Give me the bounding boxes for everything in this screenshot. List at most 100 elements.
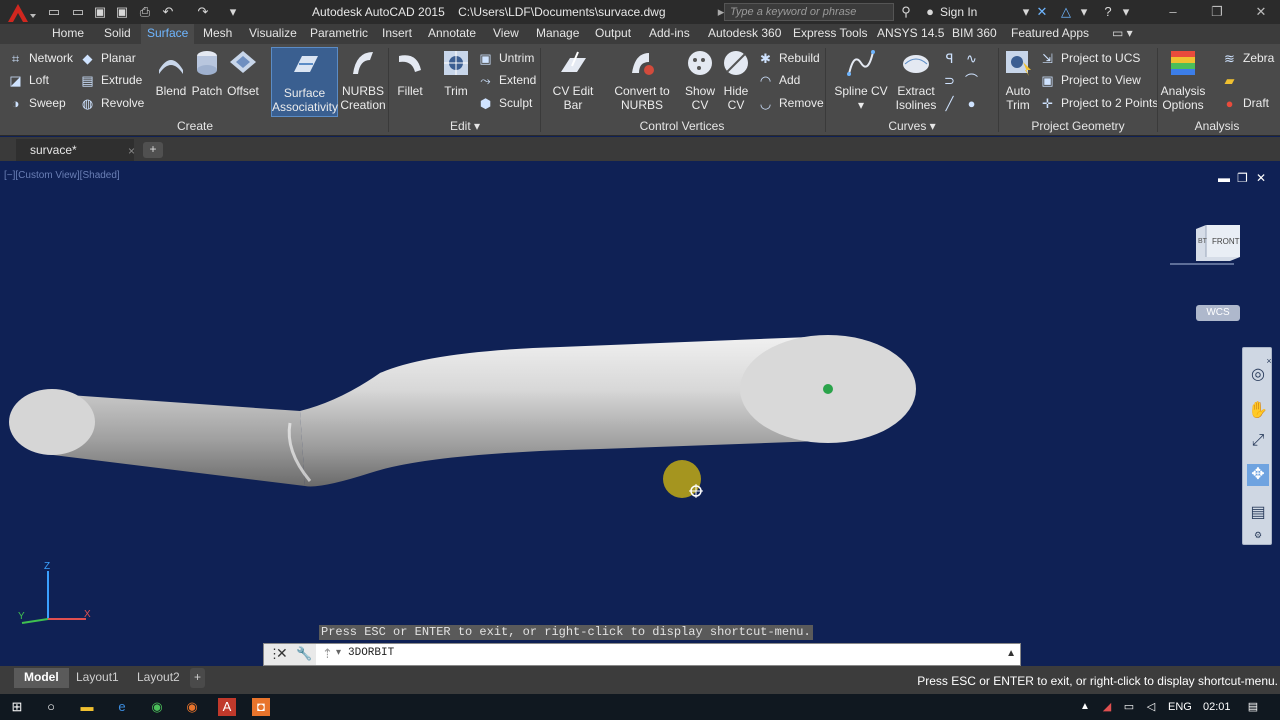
new-file-icon[interactable]: ▭ xyxy=(46,4,62,20)
extend-button[interactable]: ⤳ Extend xyxy=(478,70,536,90)
help-dropdown-icon[interactable]: ▾ xyxy=(1118,4,1134,20)
autocad-taskbar-icon[interactable]: A xyxy=(218,698,236,716)
a360-dropdown-icon[interactable]: ▾ xyxy=(1076,4,1092,20)
zebra-button[interactable]: ≋ Zebra xyxy=(1222,48,1274,68)
surface-associativity-button[interactable]: Surface Associativity xyxy=(271,47,338,117)
convert-to-nurbs-button[interactable]: Convert to NURBS xyxy=(612,48,672,112)
tab-annotate[interactable]: Annotate xyxy=(422,24,482,44)
tab-mesh[interactable]: Mesh xyxy=(197,24,238,44)
tab-surface[interactable]: Surface xyxy=(141,24,195,44)
close-file-tab-icon[interactable]: × xyxy=(128,144,135,158)
a360-icon[interactable]: △ xyxy=(1058,4,1074,20)
draft-button[interactable]: ● Draft xyxy=(1222,93,1269,113)
recorder-taskbar-icon[interactable]: ◘ xyxy=(252,698,270,716)
hide-cv-button[interactable]: Hide CV xyxy=(718,48,754,112)
offset-button[interactable]: Offset xyxy=(224,48,262,98)
panel-title-create[interactable]: Create xyxy=(150,119,240,135)
project-to-view-button[interactable]: ▣ Project to View xyxy=(1040,70,1140,90)
spline-cv-button[interactable]: Spline CV ▾ xyxy=(832,48,890,112)
recent-commands-dropdown-icon[interactable]: ▾ xyxy=(336,647,341,658)
tray-volume-icon[interactable]: ◁ xyxy=(1142,698,1160,716)
wcs-menu-button[interactable]: WCS xyxy=(1196,305,1240,321)
tab-visualize[interactable]: Visualize xyxy=(243,24,303,44)
tab-parametric[interactable]: Parametric xyxy=(304,24,374,44)
panel-title-control-vertices[interactable]: Control Vertices xyxy=(622,119,742,135)
file-tab-survace[interactable]: survace* × xyxy=(16,139,135,161)
add-layout-button[interactable]: + xyxy=(190,668,206,688)
tab-featured-apps[interactable]: Featured Apps xyxy=(1005,24,1095,44)
tray-language[interactable]: ENG xyxy=(1168,701,1192,713)
minimize-window-button[interactable]: – xyxy=(1158,2,1188,22)
tab-layout1[interactable]: Layout1 xyxy=(66,668,129,688)
chrome-icon[interactable]: ◉ xyxy=(148,698,166,716)
viewcube[interactable]: BT FRONT xyxy=(1194,225,1242,261)
curve-tool-4[interactable]: ⌒ xyxy=(964,70,985,90)
open-file-icon[interactable]: ▭ xyxy=(70,4,86,20)
show-cv-button[interactable]: Show CV xyxy=(682,48,718,112)
tab-express-tools[interactable]: Express Tools xyxy=(787,24,873,44)
add-cv-button[interactable]: ◠ Add xyxy=(758,70,801,90)
tray-expand-icon[interactable]: ▲ xyxy=(1076,698,1094,716)
tab-model[interactable]: Model xyxy=(14,668,69,688)
binoculars-icon[interactable]: ⚲ xyxy=(898,4,914,20)
navbar-options-icon[interactable]: ⚙ xyxy=(1247,524,1269,546)
project-to-2-points-button[interactable]: ✛ Project to 2 Points xyxy=(1040,93,1158,113)
project-to-ucs-button[interactable]: ⇲ Project to UCS xyxy=(1040,48,1140,68)
rebuild-button[interactable]: ✱ Rebuild xyxy=(758,48,820,68)
blend-button[interactable]: Blend xyxy=(152,48,190,98)
zoom-extents-icon[interactable]: ⤢ xyxy=(1247,430,1269,452)
undo-icon[interactable]: ↶ xyxy=(160,4,176,20)
firefox-icon[interactable]: ◉ xyxy=(183,698,201,716)
recent-commands-icon[interactable]: ⇡ xyxy=(322,646,333,662)
panel-title-project-geometry[interactable]: Project Geometry xyxy=(1028,119,1128,135)
extrude-button[interactable]: ▤ Extrude xyxy=(80,70,142,90)
showmotion-icon[interactable]: ▤ xyxy=(1247,502,1269,524)
tab-layout2[interactable]: Layout2 xyxy=(127,668,190,688)
help-icon[interactable]: ? xyxy=(1100,4,1116,20)
tab-add-ins[interactable]: Add-ins xyxy=(643,24,696,44)
application-menu-button[interactable] xyxy=(4,2,38,24)
loft-button[interactable]: ◪ Loft xyxy=(8,70,49,90)
qat-dropdown-icon[interactable]: ▾ xyxy=(225,4,241,20)
cv-edit-bar-button[interactable]: CV Edit Bar xyxy=(543,48,603,112)
curvature-button[interactable]: ▰ xyxy=(1222,70,1243,90)
action-center-icon[interactable]: ▤ xyxy=(1244,698,1262,716)
tab-bim-360[interactable]: BIM 360 xyxy=(946,24,1003,44)
sweep-button[interactable]: ◑ Sweep xyxy=(8,93,66,113)
surface-model[interactable]: Z X Y xyxy=(0,161,1280,666)
tab-output[interactable]: Output xyxy=(589,24,637,44)
tab-home[interactable]: Home xyxy=(46,24,90,44)
sculpt-button[interactable]: ⬢ Sculpt xyxy=(478,93,533,113)
untrim-button[interactable]: ▣ Untrim xyxy=(478,48,534,68)
remove-cv-button[interactable]: ◡ Remove xyxy=(758,93,824,113)
save-as-icon[interactable]: ▣ xyxy=(114,4,130,20)
curve-tool-6[interactable]: ● xyxy=(964,93,985,113)
close-window-button[interactable]: ✕ xyxy=(1246,2,1276,22)
windows-start-icon[interactable]: ⊞ xyxy=(8,698,26,716)
tab-autodesk-360[interactable]: Autodesk 360 xyxy=(702,24,787,44)
close-command-line-icon[interactable]: ✕ xyxy=(276,645,288,662)
new-file-tab-button[interactable]: + xyxy=(143,142,163,158)
plot-icon[interactable]: ⎙ xyxy=(137,4,153,20)
file-explorer-icon[interactable]: ▬ xyxy=(78,698,96,716)
auto-trim-button[interactable]: Auto Trim xyxy=(1000,48,1036,112)
extract-isolines-button[interactable]: Extract Isolines xyxy=(893,48,939,112)
analysis-options-button[interactable]: Analysis Options xyxy=(1158,48,1208,112)
edge-browser-icon[interactable]: e xyxy=(113,698,131,716)
exchange-apps-icon[interactable]: ✕ xyxy=(1034,4,1050,20)
nurbs-creation-button[interactable]: NURBS Creation xyxy=(340,48,386,112)
sign-in-button[interactable]: Sign In xyxy=(940,5,977,19)
trim-button[interactable]: Trim xyxy=(438,48,474,98)
tab-ansys[interactable]: ANSYS 14.5 xyxy=(871,24,950,44)
drawing-viewport[interactable]: [−][Custom View][Shaded] ▬ ❐ ✕ Z X Y BT … xyxy=(0,161,1280,666)
curve-tool-2[interactable]: ∿ xyxy=(964,48,985,68)
panel-title-edit[interactable]: Edit ▾ xyxy=(440,119,490,135)
steering-wheel-icon[interactable]: ◎ xyxy=(1247,364,1269,386)
tray-battery-icon[interactable]: ▭ xyxy=(1120,698,1138,716)
curve-tool-5[interactable]: ╱ xyxy=(942,93,963,113)
viewcube-compass[interactable] xyxy=(1170,263,1234,265)
tab-insert[interactable]: Insert xyxy=(376,24,418,44)
panel-title-curves[interactable]: Curves ▾ xyxy=(880,119,944,135)
tab-solid[interactable]: Solid xyxy=(98,24,137,44)
panel-title-analysis[interactable]: Analysis xyxy=(1186,119,1248,135)
